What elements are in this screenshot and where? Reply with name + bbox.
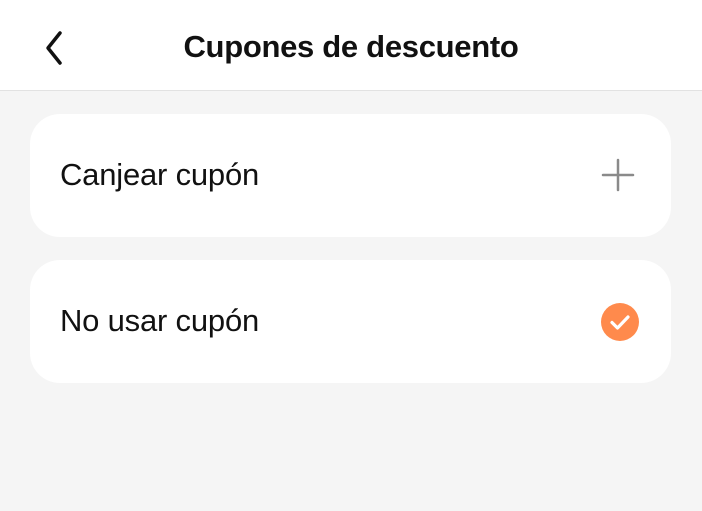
plus-icon[interactable]: [601, 158, 635, 192]
redeem-coupon-option[interactable]: Canjear cupón: [30, 114, 671, 237]
no-coupon-option[interactable]: No usar cupón: [30, 260, 671, 383]
coupon-screen: Cupones de descuento Canjear cupón No us…: [0, 0, 702, 511]
check-circle-icon[interactable]: [601, 303, 639, 341]
redeem-coupon-label: Canjear cupón: [60, 157, 260, 192]
page-title: Cupones de descuento: [183, 29, 519, 64]
no-coupon-label: No usar cupón: [60, 303, 260, 338]
header: Cupones de descuento: [0, 0, 702, 91]
